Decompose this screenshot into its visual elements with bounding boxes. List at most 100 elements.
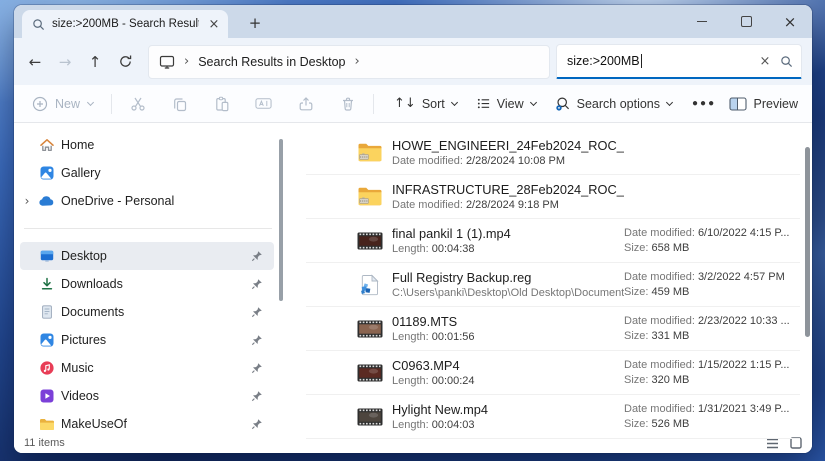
sidebar-item-music[interactable]: › Music [20,354,274,382]
file-name: Hylight New.mp4 [392,401,624,418]
paste-button[interactable] [213,96,230,112]
breadcrumb-chevron-icon[interactable]: › [355,54,360,69]
details-view-icon[interactable] [766,438,779,449]
sidebar-scrollbar[interactable] [279,139,283,301]
file-detail: Length:00:04:38 [392,242,624,257]
minimize-icon [697,21,707,22]
file-row-main: 01189.MTS Length:00:01:56 [392,313,624,345]
rename-icon [255,96,272,111]
tab-title: size:>200MB - Search Results i [52,18,199,30]
sidebar-list: › Home › Gallery › OneDrive - Personal ›… [20,131,284,438]
file-date-modified: Date modified:1/31/2021 3:49 P... [624,402,800,417]
new-button[interactable]: New [26,96,100,112]
maximize-button[interactable] [724,5,768,38]
refresh-icon [118,54,133,69]
file-row[interactable]: HOWE_ENGINEERI_24Feb2024_ROC_Docs.zip Da… [306,131,800,175]
up-button[interactable]: ↑ [80,47,110,77]
chevron-down-icon [87,100,94,107]
close-icon: × [784,13,797,31]
pin-icon [251,306,263,318]
pin-icon [251,390,263,402]
sidebar-item-label: Documents [61,305,245,319]
pin-slot [251,250,263,262]
sidebar-item-desktop[interactable]: › Desktop [20,242,274,270]
sort-button[interactable]: ↑↓ Sort [385,96,467,111]
view-button[interactable]: View [467,96,546,111]
sidebar-item-documents[interactable]: › Documents [20,298,274,326]
pin-slot [251,167,263,179]
sidebar-item-pictures[interactable]: › Pictures [20,326,274,354]
sidebar-item-makeuseof[interactable]: › MakeUseOf [20,410,274,438]
pin-icon [251,250,263,262]
desktop-icon [39,248,55,264]
file-row-meta: Date modified:6/10/2022 4:15 P... Size:6… [624,226,800,256]
file-row-meta: Date modified:3/2/2022 4:57 PM Size:459 … [624,270,800,300]
back-button[interactable]: ← [20,47,50,77]
pin-slot [251,418,263,430]
sidebar-item-label: Downloads [61,277,245,291]
file-size: Size:459 MB [624,285,800,300]
pin-icon [251,362,263,374]
preview-toggle-button[interactable]: Preview [729,97,798,111]
sidebar-item-label: MakeUseOf [61,417,245,431]
pin-icon [251,418,263,430]
tab-search-icon [32,18,45,31]
file-list-scrollbar[interactable] [805,147,810,337]
sidebar-item-label: Home [61,138,245,152]
sidebar-item-videos[interactable]: › Videos [20,382,274,410]
sidebar-item-onedrive-personal[interactable]: › OneDrive - Personal [20,187,274,215]
scissors-icon [130,96,146,112]
see-more-button[interactable]: ●●● [682,98,726,109]
folder-icon [39,418,55,431]
expander-chevron-icon[interactable]: › [22,194,32,208]
file-name: HOWE_ENGINEERI_24Feb2024_ROC_Docs.zip [392,137,624,154]
file-row-main: final pankil 1 (1).mp4 Length:00:04:38 [392,225,624,257]
refresh-button[interactable] [110,47,140,77]
video-file-icon [357,364,383,382]
forward-button[interactable]: → [50,47,80,77]
share-button[interactable] [297,96,314,112]
minimize-button[interactable] [680,5,724,38]
file-row[interactable]: Hylight New.mp4 Length:00:04:03 Date mod… [306,395,800,439]
search-box[interactable]: size:>200MB × [556,44,802,79]
rename-button[interactable] [255,96,272,112]
sidebar-item-home[interactable]: › Home [20,131,274,159]
close-button[interactable]: × [768,5,812,38]
sidebar-item-label: Gallery [61,166,245,180]
file-row[interactable]: final pankil 1 (1).mp4 Length:00:04:38 D… [306,219,800,263]
search-options-button[interactable]: Search options [546,96,682,112]
search-options-icon [555,96,571,112]
file-row[interactable]: 01189.MTS Length:00:01:56 Date modified:… [306,307,800,351]
search-icon [32,18,45,31]
copy-button[interactable] [171,96,188,112]
onedrive-cloud-icon [38,195,55,207]
pin-slot [251,390,263,402]
preview-pane-icon [729,97,747,111]
sidebar-item-downloads[interactable]: › Downloads [20,270,274,298]
explorer-tab[interactable]: size:>200MB - Search Results i × [22,10,228,38]
sidebar-item-gallery[interactable]: › Gallery [20,159,274,187]
tab-close-icon[interactable]: × [206,16,222,32]
view-button-label: View [497,97,524,111]
file-size: Size:331 MB [624,329,800,344]
file-row[interactable]: INFRASTRUCTURE_28Feb2024_ROC_Docs.zip Da… [306,175,800,219]
delete-button[interactable] [339,96,356,112]
pin-slot [251,306,263,318]
pin-icon [251,278,263,290]
address-bar[interactable]: › Search Results in Desktop › [148,45,550,79]
search-input[interactable]: size:>200MB [567,54,750,68]
registry-file-icon [360,274,379,296]
downloads-icon [39,276,55,292]
breadcrumb-path[interactable]: Search Results in Desktop [198,55,345,69]
tab-bar: size:>200MB - Search Results i × + × [14,5,812,38]
cut-button[interactable] [129,96,146,112]
file-row[interactable]: Full Registry Backup.reg C:\Users\panki\… [306,263,800,307]
search-clear-icon[interactable]: × [756,54,774,69]
file-row-main: Hylight New.mp4 Length:00:04:03 [392,401,624,433]
file-detail: C:\Users\panki\Desktop\Old Desktop\Docum… [392,286,624,301]
new-tab-button[interactable]: + [242,10,268,36]
view-list-icon [476,96,491,111]
breadcrumb-chevron-icon[interactable]: › [184,54,189,69]
toolbar-divider [111,94,112,114]
file-row[interactable]: C0963.MP4 Length:00:00:24 Date modified:… [306,351,800,395]
